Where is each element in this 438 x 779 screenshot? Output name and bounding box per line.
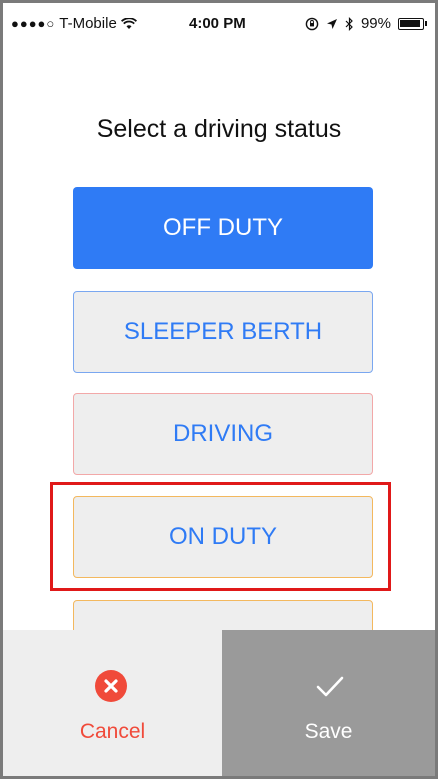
battery-percent: 99% bbox=[360, 15, 391, 32]
save-label: Save bbox=[304, 720, 353, 743]
battery-icon bbox=[398, 17, 427, 30]
phone-screen: ●●●●○ T-Mobile 4:00 PM 99% Select a driv… bbox=[0, 0, 438, 779]
signal-strength: ●●●●○ bbox=[11, 16, 56, 31]
save-button[interactable]: Save bbox=[222, 630, 435, 776]
location-icon bbox=[326, 18, 337, 29]
clock: 4:00 PM bbox=[189, 15, 246, 32]
rotation-lock-icon bbox=[305, 17, 319, 30]
carrier-name: T-Mobile bbox=[59, 15, 117, 32]
sleeper-berth-button[interactable]: SLEEPER BERTH bbox=[73, 291, 373, 373]
status-bar-left: ●●●●○ T-Mobile bbox=[11, 15, 137, 32]
cancel-icon bbox=[95, 670, 127, 702]
status-bar-right: 99% bbox=[305, 15, 427, 32]
action-bar: Cancel Save bbox=[3, 630, 435, 776]
driving-button[interactable]: DRIVING bbox=[73, 393, 373, 475]
checkmark-icon bbox=[316, 676, 344, 697]
highlight-box bbox=[50, 482, 391, 591]
page-title: Select a driving status bbox=[96, 115, 342, 143]
wifi-icon bbox=[120, 17, 137, 29]
status-bar: ●●●●○ T-Mobile 4:00 PM 99% bbox=[3, 3, 435, 47]
off-duty-button[interactable]: OFF DUTY bbox=[73, 187, 373, 269]
cancel-button[interactable]: Cancel bbox=[3, 630, 222, 776]
bluetooth-icon bbox=[345, 16, 353, 31]
cancel-label: Cancel bbox=[79, 720, 146, 743]
